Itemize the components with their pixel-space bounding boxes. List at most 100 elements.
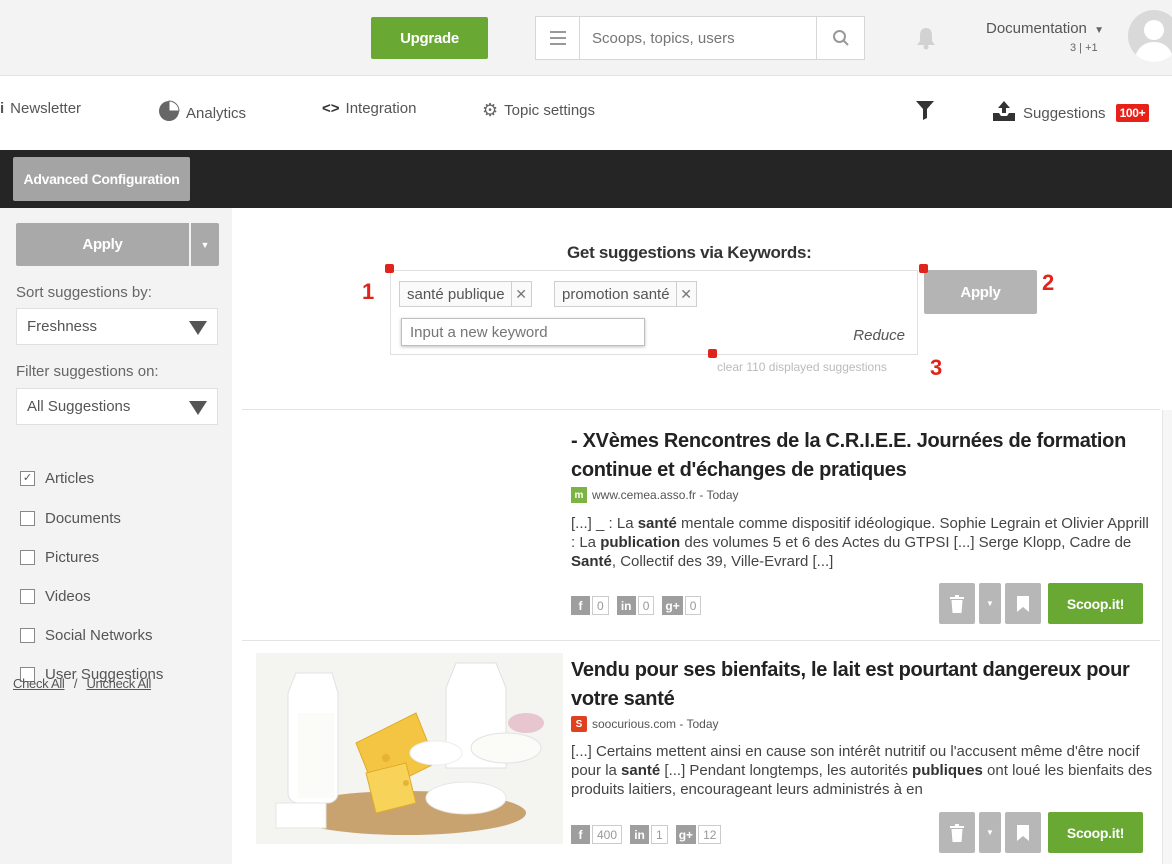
search-input[interactable]: [592, 17, 812, 59]
checkbox-pictures[interactable]: Pictures: [20, 549, 99, 566]
menu-icon[interactable]: [536, 17, 580, 59]
clear-suggestions-link[interactable]: clear 110 displayed suggestions: [717, 360, 887, 374]
facebook-icon: f: [571, 596, 590, 615]
nav-topic-settings-label: Topic settings: [504, 102, 596, 119]
annotation-number-1: 1: [362, 279, 375, 304]
check-links-row: Check All / Uncheck All: [13, 676, 151, 691]
nav-integration-label: Integration: [345, 100, 417, 117]
avatar[interactable]: [1128, 10, 1172, 62]
advanced-configuration-button[interactable]: Advanced Configuration: [13, 157, 190, 201]
article-excerpt: [...] _ : La santé mentale comme disposi…: [571, 515, 1149, 570]
more-dropdown-button[interactable]: ▼: [979, 583, 1001, 624]
bell-icon[interactable]: [915, 26, 937, 55]
dropdown-arrow-icon: [189, 321, 207, 335]
chevron-down-icon: ▼: [1094, 25, 1104, 36]
gplus-share[interactable]: g+ 0: [662, 596, 702, 615]
gplus-share[interactable]: g+ 12: [675, 825, 722, 844]
filter-select-value: All Suggestions: [27, 398, 131, 415]
checkbox-icon[interactable]: [20, 628, 35, 643]
sort-select-value: Freshness: [27, 318, 98, 335]
annotation-marker: [708, 349, 717, 358]
facebook-share[interactable]: f 0: [571, 596, 609, 615]
article-excerpt: [...] Certains mettent ainsi en cause so…: [571, 743, 1153, 798]
remove-tag-icon[interactable]: ✕: [510, 282, 531, 306]
search-icon[interactable]: [816, 17, 864, 59]
search-bar: [535, 16, 865, 60]
facebook-share[interactable]: f 400: [571, 825, 623, 844]
nav-analytics[interactable]: Analytics: [158, 100, 246, 126]
filter-icon[interactable]: [915, 99, 935, 121]
more-dropdown-button[interactable]: ▼: [979, 812, 1001, 853]
tray-icon: [991, 100, 1017, 126]
filter-sidebar: Apply ▼ Sort suggestions by: Freshness F…: [0, 208, 232, 864]
topic-nav: i Newsletter Analytics <> Integration ⚙ …: [0, 76, 1172, 150]
linkedin-share[interactable]: in 1: [630, 825, 668, 844]
suggestions-count-badge: 100+: [1115, 104, 1150, 122]
article-source: m www.cemea.asso.fr - Today: [571, 487, 739, 503]
remove-tag-icon[interactable]: ✕: [675, 282, 696, 306]
sort-select[interactable]: Freshness: [16, 308, 218, 345]
article-title[interactable]: - XVèmes Rencontres de la C.R.I.E.E. Jou…: [571, 427, 1151, 485]
annotation-marker: [919, 264, 928, 273]
article-source-label[interactable]: soocurious.com - Today: [592, 717, 719, 731]
user-menu[interactable]: Documentation ▼: [986, 20, 1104, 37]
uncheck-all-link[interactable]: Uncheck All: [86, 676, 151, 691]
config-bar: Advanced Configuration: [0, 150, 1172, 208]
checkbox-icon[interactable]: [20, 589, 35, 604]
nav-suggestions[interactable]: Suggestions 100+: [991, 100, 1150, 126]
scoop-it-button[interactable]: Scoop.it!: [1048, 583, 1143, 624]
checkbox-videos[interactable]: Videos: [20, 588, 91, 605]
suggestion-card: - XVèmes Rencontres de la C.R.I.E.E. Jou…: [242, 410, 1160, 640]
article-title[interactable]: Vendu pour ses bienfaits, le lait est po…: [571, 656, 1151, 714]
check-all-link[interactable]: Check All: [13, 676, 65, 691]
scrollbar[interactable]: [1162, 410, 1172, 864]
keywords-title: Get suggestions via Keywords:: [567, 243, 812, 262]
site-favicon-icon: S: [571, 716, 587, 732]
nav-integration[interactable]: <> Integration: [322, 100, 416, 117]
filter-select[interactable]: All Suggestions: [16, 388, 218, 425]
nav-topic-settings[interactable]: ⚙ Topic settings: [482, 100, 595, 121]
nav-analytics-label: Analytics: [186, 104, 247, 122]
checkbox-icon[interactable]: [20, 550, 35, 565]
keyword-input[interactable]: [401, 318, 645, 346]
checkbox-social-networks[interactable]: Social Networks: [20, 627, 153, 644]
trash-button[interactable]: [939, 583, 975, 624]
sort-label: Sort suggestions by:: [16, 284, 152, 301]
keyword-tag: santé publique ✕: [399, 281, 532, 307]
checkbox-label: Articles: [45, 470, 95, 487]
bookmark-button[interactable]: [1005, 812, 1041, 853]
checkbox-icon[interactable]: ✓: [20, 471, 35, 486]
keyword-tag: promotion santé ✕: [554, 281, 697, 307]
linkedin-share[interactable]: in 0: [616, 596, 655, 615]
annotation-marker: [385, 264, 394, 273]
facebook-count: 0: [592, 596, 609, 615]
bookmark-button[interactable]: [1005, 583, 1041, 624]
dropdown-arrow-icon: [189, 401, 207, 415]
checkbox-label: Social Networks: [45, 627, 153, 644]
filter-label: Filter suggestions on:: [16, 363, 159, 380]
article-source: S soocurious.com - Today: [571, 716, 719, 732]
sidebar-apply-button[interactable]: Apply: [16, 223, 189, 266]
keyword-tag-label: promotion santé: [562, 285, 670, 303]
nav-newsletter[interactable]: i Newsletter: [0, 100, 81, 117]
article-source-label[interactable]: www.cemea.asso.fr - Today: [592, 488, 739, 502]
sidebar-apply-dropdown[interactable]: ▼: [191, 223, 219, 266]
checkbox-icon[interactable]: [20, 511, 35, 526]
code-icon: <>: [322, 100, 340, 117]
nav-newsletter-label: Newsletter: [10, 100, 82, 117]
reduce-link[interactable]: Reduce: [853, 327, 905, 344]
keyword-tag-label: santé publique: [407, 285, 505, 303]
scoop-it-button[interactable]: Scoop.it!: [1048, 812, 1143, 853]
facebook-icon: f: [571, 825, 590, 844]
checkbox-articles[interactable]: ✓ Articles: [20, 470, 94, 487]
upgrade-button[interactable]: Upgrade: [371, 17, 488, 59]
gears-icon: ⚙: [482, 100, 499, 120]
pie-chart-icon: [158, 100, 180, 126]
newsletter-icon: i: [0, 100, 5, 117]
gplus-count: 12: [698, 825, 722, 844]
trash-button[interactable]: [939, 812, 975, 853]
trash-icon: [950, 594, 964, 613]
linkedin-icon: in: [630, 825, 650, 844]
checkbox-documents[interactable]: Documents: [20, 510, 121, 527]
keywords-apply-button[interactable]: Apply: [924, 270, 1037, 314]
